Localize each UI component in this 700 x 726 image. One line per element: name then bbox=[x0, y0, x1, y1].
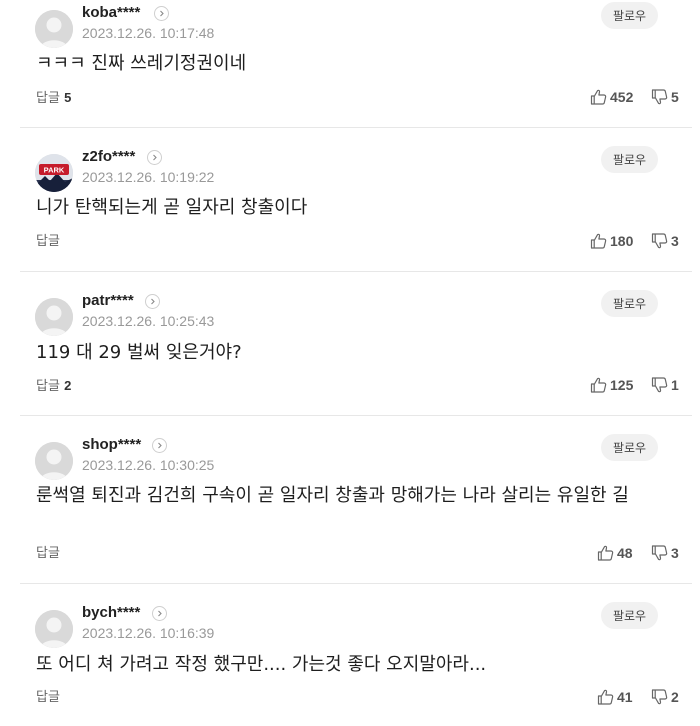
follow-button[interactable]: 팔로우 bbox=[601, 290, 658, 317]
chevron-right-icon bbox=[158, 10, 165, 17]
chevron-right-icon bbox=[151, 154, 158, 161]
comment-date: 2023.12.26. 10:17:48 bbox=[82, 25, 215, 41]
comment-date: 2023.12.26. 10:16:39 bbox=[82, 625, 215, 641]
thumbs-down-icon bbox=[651, 89, 671, 105]
thumbs-up-icon bbox=[590, 377, 610, 393]
nickname[interactable]: shop**** bbox=[82, 436, 141, 454]
avatar[interactable] bbox=[35, 610, 73, 648]
avatar[interactable]: PARK bbox=[35, 154, 73, 192]
profile-arrow-button[interactable] bbox=[154, 6, 169, 21]
reply-label: 답글 bbox=[36, 91, 60, 106]
dislike-button[interactable]: 2 bbox=[651, 689, 679, 705]
reply-label: 답글 bbox=[36, 234, 60, 249]
reply-button[interactable]: 답글 5 bbox=[36, 90, 71, 107]
comment-item: PARK z2fo**** 2023.12.26. 10:19:22 팔로우니가 탄핵… bbox=[0, 144, 700, 274]
dislike-button[interactable]: 1 bbox=[651, 377, 679, 393]
reply-label: 답글 bbox=[36, 379, 60, 394]
chevron-right-icon bbox=[156, 442, 163, 449]
reply-button[interactable]: 답글 2 bbox=[36, 378, 71, 395]
dislike-button[interactable]: 5 bbox=[651, 89, 679, 105]
nickname[interactable]: koba**** bbox=[82, 4, 140, 22]
like-count: 48 bbox=[617, 545, 633, 561]
thumbs-up-icon bbox=[590, 233, 610, 249]
comment-divider bbox=[20, 583, 692, 584]
like-count: 125 bbox=[610, 377, 634, 393]
like-button[interactable]: 41 bbox=[597, 689, 633, 705]
dislike-count: 2 bbox=[671, 689, 679, 705]
comment-item: koba**** 2023.12.26. 10:17:48 팔로우 ㅋㅋㅋ 진짜 쓰레… bbox=[0, 0, 700, 130]
like-button[interactable]: 180 bbox=[590, 233, 633, 249]
thumbs-up-icon bbox=[590, 89, 610, 105]
like-button[interactable]: 125 bbox=[590, 377, 633, 393]
profile-arrow-button[interactable] bbox=[145, 294, 160, 309]
comment-date: 2023.12.26. 10:19:22 bbox=[82, 169, 215, 185]
comment-item: bych**** 2023.12.26. 10:16:39 팔로우또 어디 쳐 가려… bbox=[0, 600, 700, 726]
avatar[interactable] bbox=[35, 442, 73, 480]
reply-count: 5 bbox=[64, 90, 72, 105]
like-count: 180 bbox=[610, 233, 634, 249]
reply-button[interactable]: 답글 bbox=[36, 546, 60, 562]
dislike-count: 5 bbox=[671, 89, 679, 105]
follow-button[interactable]: 팔로우 bbox=[601, 146, 658, 173]
thumbs-down-icon bbox=[651, 689, 671, 705]
thumbs-up-icon bbox=[597, 545, 617, 561]
comment-date: 2023.12.26. 10:30:25 bbox=[82, 457, 215, 473]
nickname[interactable]: z2fo**** bbox=[82, 148, 135, 166]
dislike-button[interactable]: 3 bbox=[651, 545, 679, 561]
reply-button[interactable]: 답글 bbox=[36, 234, 60, 250]
chevron-right-icon bbox=[149, 298, 156, 305]
thumbs-down-icon bbox=[651, 233, 671, 249]
chevron-right-icon bbox=[156, 610, 163, 617]
comment-text: ㅋㅋㅋ 진짜 쓰레기정권이네 bbox=[36, 53, 247, 74]
thumbs-down-icon bbox=[651, 377, 671, 393]
like-button[interactable]: 48 bbox=[597, 545, 633, 561]
thumbs-up-icon bbox=[597, 689, 617, 705]
comment-text: 119 대 29 벌써 잊은거야? bbox=[36, 342, 242, 363]
comment-list: koba**** 2023.12.26. 10:17:48 팔로우 ㅋㅋㅋ 진짜 쓰레… bbox=[0, 0, 700, 726]
comment-item: patr**** 2023.12.26. 10:25:43 팔로우 119 대 29 … bbox=[0, 288, 700, 418]
svg-text:PARK: PARK bbox=[44, 166, 65, 175]
dislike-count: 3 bbox=[671, 545, 679, 561]
follow-button[interactable]: 팔로우 bbox=[601, 434, 658, 461]
profile-arrow-button[interactable] bbox=[152, 606, 167, 621]
avatar[interactable] bbox=[35, 10, 73, 48]
comment-date: 2023.12.26. 10:25:43 bbox=[82, 313, 215, 329]
thumbs-down-icon bbox=[651, 545, 671, 561]
reply-count: 2 bbox=[64, 378, 72, 393]
nickname[interactable]: bych**** bbox=[82, 604, 140, 622]
reply-label: 답글 bbox=[36, 546, 60, 561]
reply-label: 답글 bbox=[36, 690, 60, 705]
comment-text: 룬썩열 퇴진과 김건희 구속이 곧 일자리 창출과 망해가는 나라 살리는 유일… bbox=[36, 485, 629, 506]
reply-button[interactable]: 답글 bbox=[36, 690, 60, 706]
profile-arrow-button[interactable] bbox=[147, 150, 162, 165]
like-button[interactable]: 452 bbox=[590, 89, 633, 105]
avatar[interactable] bbox=[35, 298, 73, 336]
like-count: 452 bbox=[610, 89, 634, 105]
dislike-count: 1 bbox=[671, 377, 679, 393]
comment-text: 또 어디 쳐 가려고 작정 했구만.... 가는것 좋다 오지말아라... bbox=[36, 654, 487, 675]
comment-item: shop**** 2023.12.26. 10:30:25 팔로우룬썩열 퇴진과 김… bbox=[0, 432, 700, 562]
comment-text: 니가 탄핵되는게 곧 일자리 창출이다 bbox=[36, 197, 308, 218]
dislike-button[interactable]: 3 bbox=[651, 233, 679, 249]
like-count: 41 bbox=[617, 689, 633, 705]
dislike-count: 3 bbox=[671, 233, 679, 249]
profile-arrow-button[interactable] bbox=[152, 438, 167, 453]
follow-button[interactable]: 팔로우 bbox=[601, 2, 658, 29]
follow-button[interactable]: 팔로우 bbox=[601, 602, 658, 629]
nickname[interactable]: patr**** bbox=[82, 292, 134, 310]
